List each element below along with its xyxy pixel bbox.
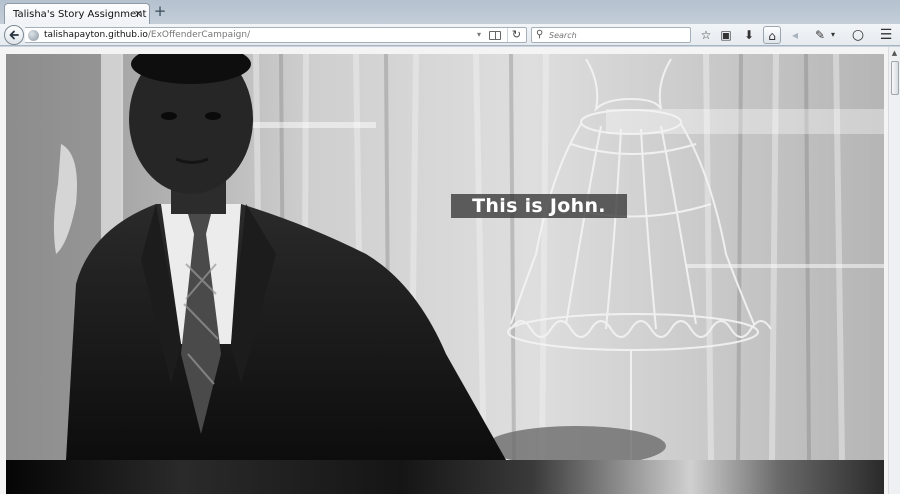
library-icon[interactable]: ▣: [717, 26, 735, 44]
tab-title: Talisha's Story Assignment: [13, 9, 147, 20]
url-text[interactable]: talishapayton.github.io/ExOffenderCampai…: [44, 30, 250, 41]
home-button[interactable]: ⌂: [763, 26, 781, 44]
share-icon[interactable]: ◂: [786, 26, 804, 44]
developer-tools-icon[interactable]: ✎: [811, 26, 829, 44]
page-scrollbar[interactable]: ▲: [888, 47, 900, 494]
browser-tab[interactable]: Talisha's Story Assignment ×: [4, 3, 150, 25]
close-tab-icon[interactable]: ×: [134, 7, 143, 20]
url-history-dropdown-icon[interactable]: ▾: [477, 30, 481, 39]
bookmark-star-icon[interactable]: ☆: [697, 26, 715, 44]
url-host: talishapayton.github.io: [44, 30, 148, 40]
back-arrow-icon: [9, 30, 19, 40]
navigation-bar: talishapayton.github.io/ExOffenderCampai…: [0, 24, 900, 46]
next-section-photo-strip: [6, 460, 884, 494]
hamburger-menu-icon[interactable]: ☰: [877, 26, 895, 44]
tab-strip: Talisha's Story Assignment × +: [0, 0, 900, 25]
search-bar[interactable]: ⚲: [531, 27, 691, 43]
hero-caption: This is John.: [451, 194, 627, 218]
search-input[interactable]: [549, 29, 687, 42]
hero-photo: This is John.: [6, 54, 884, 460]
url-bar[interactable]: talishapayton.github.io/ExOffenderCampai…: [25, 27, 527, 43]
chat-icon[interactable]: ○: [849, 26, 867, 44]
scrollbar-thumb[interactable]: [891, 61, 899, 95]
downloads-icon[interactable]: ⬇: [740, 26, 758, 44]
hero-photo-illustration: [6, 54, 884, 460]
reload-button[interactable]: ↻: [507, 28, 525, 42]
developer-menu-chevron-icon[interactable]: ▾: [828, 26, 838, 44]
search-icon: ⚲: [536, 29, 544, 40]
url-path: /ExOffenderCampaign/: [147, 30, 251, 40]
reader-view-icon[interactable]: [489, 31, 501, 40]
new-tab-button[interactable]: +: [152, 2, 168, 20]
back-button[interactable]: [4, 25, 24, 45]
site-identity-icon[interactable]: [28, 30, 39, 41]
scroll-up-arrow-icon[interactable]: ▲: [889, 49, 900, 58]
home-icon: ⌂: [768, 29, 776, 43]
page-content: This is John.: [0, 47, 900, 494]
